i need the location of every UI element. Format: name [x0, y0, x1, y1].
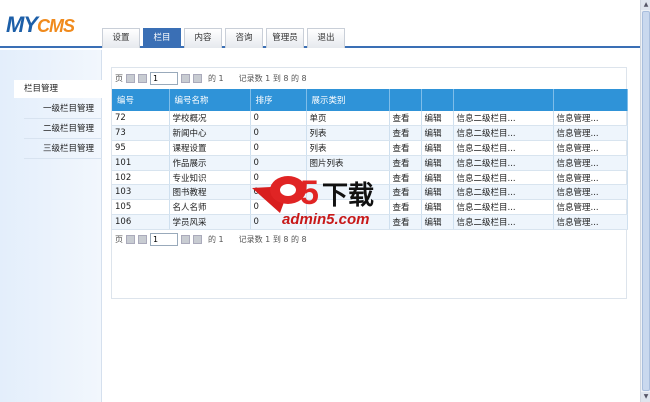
header: MYCMS 设置 栏目 内容 咨询 管理员 退出	[0, 0, 640, 48]
tab-3[interactable]: 咨询	[225, 28, 263, 48]
info-manage-link[interactable]: 信息管理...	[553, 155, 628, 171]
name-cell: 图书教程	[169, 184, 251, 201]
sidebar-item-level3[interactable]: 三级栏目管理	[24, 140, 102, 159]
prev-page-icon[interactable]	[138, 234, 147, 244]
sub-column-link[interactable]: 信息二级栏目...	[453, 170, 554, 186]
last-page-icon[interactable]	[193, 234, 202, 244]
order-cell: 0	[250, 125, 307, 142]
pager-top: 页 1 的 1 记录数 1 到 8 的 8	[112, 69, 626, 87]
last-page-icon[interactable]	[193, 73, 202, 83]
view-link[interactable]: 查看	[389, 125, 422, 142]
name-cell: 学校概况	[169, 111, 251, 127]
table-row: 95 课程设置 0 列表 查看 编辑 信息二级栏目... 信息管理...	[112, 140, 628, 156]
name-cell: 专业知识	[169, 170, 251, 186]
name-cell: 名人名师	[169, 199, 251, 216]
sub-column-link[interactable]: 信息二级栏目...	[453, 184, 554, 201]
type-cell: 列表	[306, 125, 390, 142]
id-cell: 105	[112, 199, 170, 216]
info-manage-link[interactable]: 信息管理...	[553, 214, 628, 230]
view-link[interactable]: 查看	[389, 111, 422, 127]
main-tabs: 设置 栏目 内容 咨询 管理员 退出	[102, 28, 345, 48]
order-cell: 0	[250, 140, 307, 156]
column-header: 排序	[250, 89, 307, 111]
page-label: 页	[115, 234, 123, 244]
id-cell: 106	[112, 214, 170, 230]
column-header	[553, 89, 628, 111]
edit-link[interactable]: 编辑	[421, 111, 454, 127]
id-cell: 95	[112, 140, 170, 156]
edit-link[interactable]: 编辑	[421, 214, 454, 230]
table-row: 73 新闻中心 0 列表 查看 编辑 信息二级栏目... 信息管理...	[112, 125, 628, 142]
tab-2[interactable]: 内容	[184, 28, 222, 48]
page-number-input[interactable]: 1	[150, 232, 178, 246]
watermark-logo: 5 下载 admin5.com	[250, 168, 400, 233]
sidebar-header[interactable]: 栏目管理	[14, 80, 102, 98]
edit-link[interactable]: 编辑	[421, 155, 454, 171]
sidebar-item-level2[interactable]: 二级栏目管理	[24, 120, 102, 139]
sub-column-link[interactable]: 信息二级栏目...	[453, 214, 554, 230]
page-label: 页	[115, 73, 123, 83]
svg-text:5: 5	[300, 174, 319, 212]
info-manage-link[interactable]: 信息管理...	[553, 184, 628, 201]
column-header: 编号名称	[169, 89, 251, 111]
scroll-up-icon[interactable]: ▲	[641, 0, 650, 10]
scroll-down-icon[interactable]: ▼	[641, 392, 650, 402]
info-manage-link[interactable]: 信息管理...	[553, 199, 628, 216]
sub-column-link[interactable]: 信息二级栏目...	[453, 199, 554, 216]
tab-1[interactable]: 栏目	[143, 28, 181, 48]
id-cell: 101	[112, 155, 170, 171]
tab-0[interactable]: 设置	[102, 28, 140, 48]
edit-link[interactable]: 编辑	[421, 184, 454, 201]
first-page-icon[interactable]	[126, 73, 135, 83]
id-cell: 102	[112, 170, 170, 186]
page-number-input[interactable]: 1	[150, 71, 178, 85]
type-cell: 列表	[306, 140, 390, 156]
svg-text:admin5.com: admin5.com	[282, 211, 370, 228]
info-manage-link[interactable]: 信息管理...	[553, 111, 628, 127]
view-link[interactable]: 查看	[389, 140, 422, 156]
id-cell: 103	[112, 184, 170, 201]
edit-link[interactable]: 编辑	[421, 125, 454, 142]
vertical-scrollbar[interactable]: ▲ ▼	[640, 0, 650, 402]
tab-5[interactable]: 退出	[307, 28, 345, 48]
page-total: 的 1	[208, 73, 224, 83]
scroll-thumb[interactable]	[642, 11, 650, 391]
sub-column-link[interactable]: 信息二级栏目...	[453, 155, 554, 171]
name-cell: 作品展示	[169, 155, 251, 171]
type-cell: 单页	[306, 111, 390, 127]
column-header	[421, 89, 454, 111]
name-cell: 新闻中心	[169, 125, 251, 142]
edit-link[interactable]: 编辑	[421, 199, 454, 216]
column-header: 编号	[112, 89, 170, 111]
record-count: 记录数 1 到 8 的 8	[238, 234, 307, 244]
prev-page-icon[interactable]	[138, 73, 147, 83]
info-manage-link[interactable]: 信息管理...	[553, 125, 628, 142]
sidebar-item-level1[interactable]: 一级栏目管理	[24, 100, 102, 119]
first-page-icon[interactable]	[126, 234, 135, 244]
id-cell: 73	[112, 125, 170, 142]
column-header: 展示类别	[306, 89, 390, 111]
name-cell: 学员风采	[169, 214, 251, 230]
name-cell: 课程设置	[169, 140, 251, 156]
sub-column-link[interactable]: 信息二级栏目...	[453, 111, 554, 127]
sub-column-link[interactable]: 信息二级栏目...	[453, 140, 554, 156]
column-header	[453, 89, 554, 111]
next-page-icon[interactable]	[181, 73, 190, 83]
edit-link[interactable]: 编辑	[421, 170, 454, 186]
info-manage-link[interactable]: 信息管理...	[553, 140, 628, 156]
svg-text:下载: 下载	[322, 181, 374, 211]
sidebar: 栏目管理 一级栏目管理 二级栏目管理 三级栏目管理	[0, 50, 102, 402]
next-page-icon[interactable]	[181, 234, 190, 244]
page-total: 的 1	[208, 234, 224, 244]
logo: MYCMS	[6, 12, 75, 37]
tab-4[interactable]: 管理员	[266, 28, 304, 48]
table-row: 72 学校概况 0 单页 查看 编辑 信息二级栏目... 信息管理...	[112, 111, 628, 127]
sub-column-link[interactable]: 信息二级栏目...	[453, 125, 554, 142]
record-count: 记录数 1 到 8 的 8	[238, 73, 307, 83]
id-cell: 72	[112, 111, 170, 127]
order-cell: 0	[250, 111, 307, 127]
column-header	[389, 89, 422, 111]
info-manage-link[interactable]: 信息管理...	[553, 170, 628, 186]
edit-link[interactable]: 编辑	[421, 140, 454, 156]
